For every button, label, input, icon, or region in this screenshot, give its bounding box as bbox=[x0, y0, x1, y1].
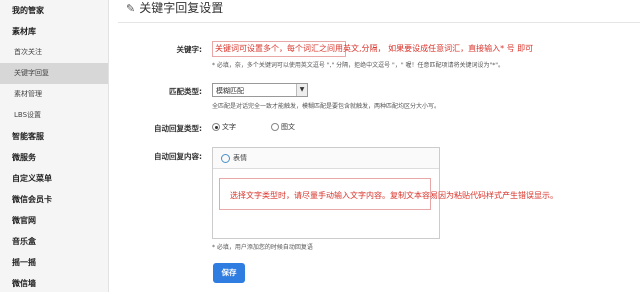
match-type-selected: 模糊匹配 bbox=[216, 87, 244, 95]
emoji-button[interactable]: 表情 bbox=[233, 154, 247, 162]
match-type-select[interactable]: 模糊匹配 ▼ bbox=[212, 83, 308, 97]
sidebar-item-smart-service[interactable]: 智能客服 bbox=[0, 126, 108, 147]
sidebar-item-micro-site[interactable]: 微官网 bbox=[0, 210, 108, 231]
sidebar-item-micro-service[interactable]: 微服务 bbox=[0, 147, 108, 168]
keyword-hint: * 必填，奈，多个关键词可以使用英文逗号 "," 分隔，拒绝中文逗号 "，" 喔… bbox=[212, 62, 505, 69]
sidebar-item-lbs-settings[interactable]: LBS设置 bbox=[0, 105, 108, 126]
sidebar-item-music-box[interactable]: 音乐盒 bbox=[0, 231, 108, 252]
sidebar-item-my-steward[interactable]: 我的管家 bbox=[0, 0, 108, 21]
reply-type-text-label: 文字 bbox=[222, 123, 236, 131]
keyword-label: 关键字: bbox=[176, 45, 203, 54]
reply-type-label: 自动回复类型: bbox=[154, 124, 202, 133]
chevron-down-icon[interactable]: ▼ bbox=[296, 84, 307, 96]
sidebar-item-custom-menu[interactable]: 自定义菜单 bbox=[0, 168, 108, 189]
reply-content-hint: * 必填，用户添加您的时候自动回复语 bbox=[212, 244, 313, 251]
sidebar-item-shake[interactable]: 摇一摇 bbox=[0, 252, 108, 273]
editor-toolbar: 表情 bbox=[213, 148, 439, 169]
reply-type-news-radio[interactable]: 图文 bbox=[271, 122, 295, 132]
sidebar-item-material-management[interactable]: 素材管理 bbox=[0, 84, 108, 105]
radio-checked-icon bbox=[212, 123, 220, 131]
match-type-label: 匹配类型: bbox=[169, 87, 202, 96]
reply-type-news-label: 图文 bbox=[281, 123, 295, 131]
match-type-hint: 全匹配是对话完全一致才能触发，模糊匹配是要包含就触发，两种匹配均区分大小写。 bbox=[212, 103, 441, 110]
sidebar-item-member-card[interactable]: 微信会员卡 bbox=[0, 189, 108, 210]
pencil-icon: ✎ bbox=[126, 2, 136, 15]
page-title: ✎ 关键字回复设置 bbox=[126, 0, 223, 22]
sidebar-item-wechat-wall[interactable]: 微信墙 bbox=[0, 273, 108, 294]
sidebar-item-keyword-reply[interactable]: 关键字回复 bbox=[0, 63, 108, 84]
keyword-input[interactable]: 关键词可设置多个，每个词汇之间用英文,分隔， 如果要设成任意词汇，直接输入* 号… bbox=[212, 41, 533, 57]
main-panel: ✎ 关键字回复设置 关键字: 关键词可设置多个，每个词汇之间用英文,分隔， 如果要… bbox=[108, 0, 640, 292]
sidebar-item-first-follow[interactable]: 首次关注 bbox=[0, 42, 108, 63]
reply-content-label: 自动回复内容: bbox=[154, 152, 202, 161]
sidebar-item-material-library[interactable]: 素材库 bbox=[0, 21, 108, 42]
reply-content-note: 选择文字类型时，请尽量手动输入文字内容。复制文本容易因为粘贴代码样式产生错误显示… bbox=[230, 191, 558, 200]
save-button[interactable]: 保存 bbox=[213, 263, 245, 283]
reply-type-text-radio[interactable]: 文字 bbox=[212, 122, 236, 132]
page-title-text: 关键字回复设置 bbox=[139, 1, 224, 15]
smiley-icon[interactable] bbox=[221, 153, 230, 163]
title-divider bbox=[118, 22, 640, 23]
radio-unchecked-icon bbox=[271, 123, 279, 131]
sidebar: 我的管家 素材库 首次关注 关键字回复 素材管理 LBS设置 智能客服 微服务 … bbox=[0, 0, 109, 292]
